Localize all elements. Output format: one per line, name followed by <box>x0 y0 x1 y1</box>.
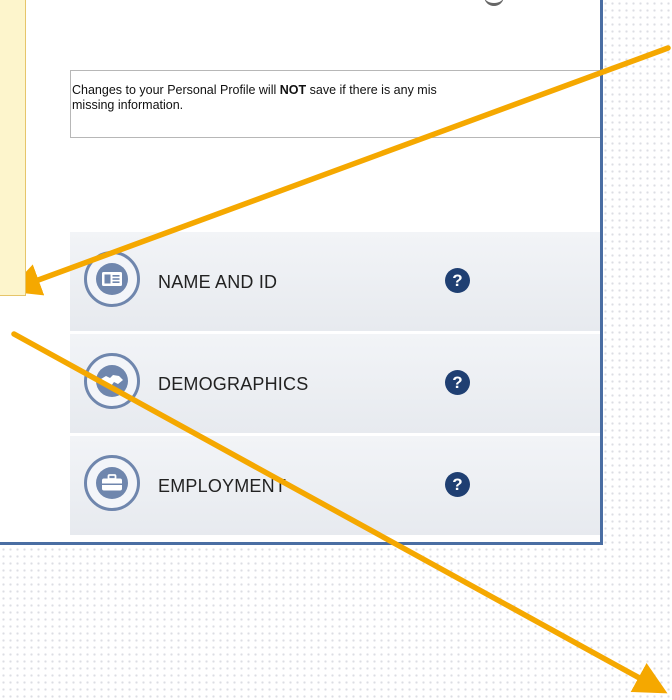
side-panel <box>0 0 26 296</box>
id-card-icon <box>84 251 140 307</box>
heading-fragment <box>484 0 504 6</box>
section-label: DEMOGRAPHICS <box>158 374 309 394</box>
notice-text-prefix: Changes to your Personal Profile will <box>72 83 280 97</box>
save-warning-notice: Changes to your Personal Profile will NO… <box>70 70 600 138</box>
help-icon[interactable]: ? <box>445 370 470 395</box>
notice-emphasis: NOT <box>279 83 307 97</box>
section-employment[interactable]: EMPLOYMENT ? <box>70 435 600 535</box>
section-demographics[interactable]: DEMOGRAPHICS ? <box>70 333 600 433</box>
section-name-and-id[interactable]: NAME AND ID ? <box>70 231 600 331</box>
globe-icon <box>84 353 140 409</box>
notice-text-line2: missing information. <box>72 98 184 112</box>
notice-text-suffix: save if there is any mis <box>306 83 437 97</box>
briefcase-icon <box>84 455 140 511</box>
profile-section-list: NAME AND ID ? DEMOGRAPHICS ? EMPLOYMENT … <box>70 231 600 542</box>
profile-window: Changes to your Personal Profile will NO… <box>0 0 603 545</box>
help-icon[interactable]: ? <box>445 268 470 293</box>
section-label: EMPLOYMENT <box>158 476 287 496</box>
section-label: NAME AND ID <box>158 272 278 292</box>
help-icon[interactable]: ? <box>445 472 470 497</box>
